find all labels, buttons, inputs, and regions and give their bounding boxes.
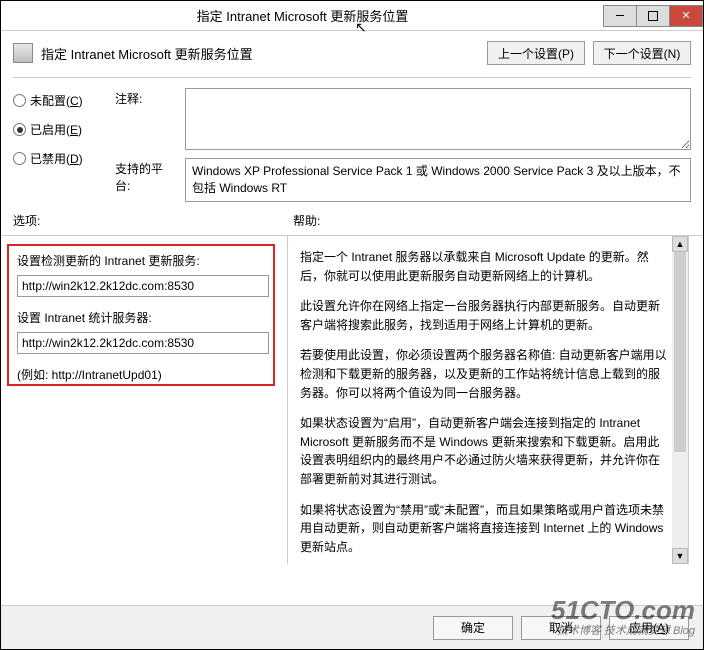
scroll-track[interactable]	[672, 252, 688, 548]
window-caption-buttons	[604, 5, 703, 27]
cancel-button[interactable]: 取消	[521, 616, 601, 640]
apply-button[interactable]: 应用(A)	[609, 616, 689, 640]
update-service-input[interactable]	[17, 275, 269, 297]
scroll-down-icon[interactable]: ▼	[672, 548, 688, 564]
example-text: (例如: http://IntranetUpd01)	[17, 366, 287, 383]
section-headers: 选项: 帮助:	[1, 210, 703, 236]
platform-label: 支持的平台:	[115, 158, 177, 202]
help-paragraph: 如果状态设置为“启用”，自动更新客户端会连接到指定的 Intranet Micr…	[300, 414, 668, 488]
dialog-footer: 确定 取消 应用(A)	[1, 605, 703, 649]
previous-setting-button[interactable]: 上一个设置(P)	[487, 41, 585, 65]
stats-server-label: 设置 Intranet 统计服务器:	[17, 309, 287, 326]
radio-disabled[interactable]: 已禁用(D)	[13, 150, 105, 167]
options-header: 选项:	[13, 212, 293, 229]
platform-text: Windows XP Professional Service Pack 1 或…	[185, 158, 691, 202]
stats-server-input[interactable]	[17, 332, 269, 354]
options-pane: 设置检测更新的 Intranet 更新服务: 设置 Intranet 统计服务器…	[1, 236, 287, 564]
state-radio-group: 未配置(C) 已启用(E) 已禁用(D)	[13, 88, 105, 202]
radio-icon	[13, 152, 26, 165]
comment-label: 注释:	[115, 88, 177, 150]
scroll-thumb[interactable]	[674, 252, 686, 452]
help-paragraph: 指定一个 Intranet 服务器以承载来自 Microsoft Update …	[300, 248, 668, 285]
maximize-button[interactable]	[636, 5, 670, 27]
comment-textarea[interactable]	[185, 88, 691, 150]
radio-icon	[13, 94, 26, 107]
header-row: 指定 Intranet Microsoft 更新服务位置 上一个设置(P) 下一…	[1, 31, 703, 71]
policy-title: 指定 Intranet Microsoft 更新服务位置	[41, 44, 253, 63]
divider	[13, 77, 691, 78]
close-button[interactable]	[669, 5, 703, 27]
policy-icon	[13, 43, 33, 63]
minimize-button[interactable]	[603, 5, 637, 27]
radio-enabled[interactable]: 已启用(E)	[13, 121, 105, 138]
update-service-label: 设置检测更新的 Intranet 更新服务:	[17, 252, 287, 269]
help-pane: 指定一个 Intranet 服务器以承载来自 Microsoft Update …	[287, 236, 689, 564]
titlebar: 指定 Intranet Microsoft 更新服务位置	[1, 1, 703, 31]
radio-not-configured[interactable]: 未配置(C)	[13, 92, 105, 109]
help-paragraph: 若要使用此设置，你必须设置两个服务器名称值: 自动更新客户端用以检测和下载更新的…	[300, 346, 668, 402]
scroll-up-icon[interactable]: ▲	[672, 236, 688, 252]
help-text: 指定一个 Intranet 服务器以承载来自 Microsoft Update …	[288, 236, 688, 564]
help-header: 帮助:	[293, 212, 320, 229]
help-paragraph: 如果将状态设置为“禁用”或“未配置”，而且如果策略或用户首选项未禁用自动更新，则…	[300, 501, 668, 557]
window-title: 指定 Intranet Microsoft 更新服务位置	[1, 6, 604, 25]
next-setting-button[interactable]: 下一个设置(N)	[593, 41, 691, 65]
help-scrollbar[interactable]: ▲ ▼	[672, 236, 688, 564]
help-paragraph: 此设置允许你在网络上指定一台服务器执行内部更新服务。自动更新客户端将搜索此服务，…	[300, 297, 668, 334]
ok-button[interactable]: 确定	[433, 616, 513, 640]
radio-icon	[13, 123, 26, 136]
